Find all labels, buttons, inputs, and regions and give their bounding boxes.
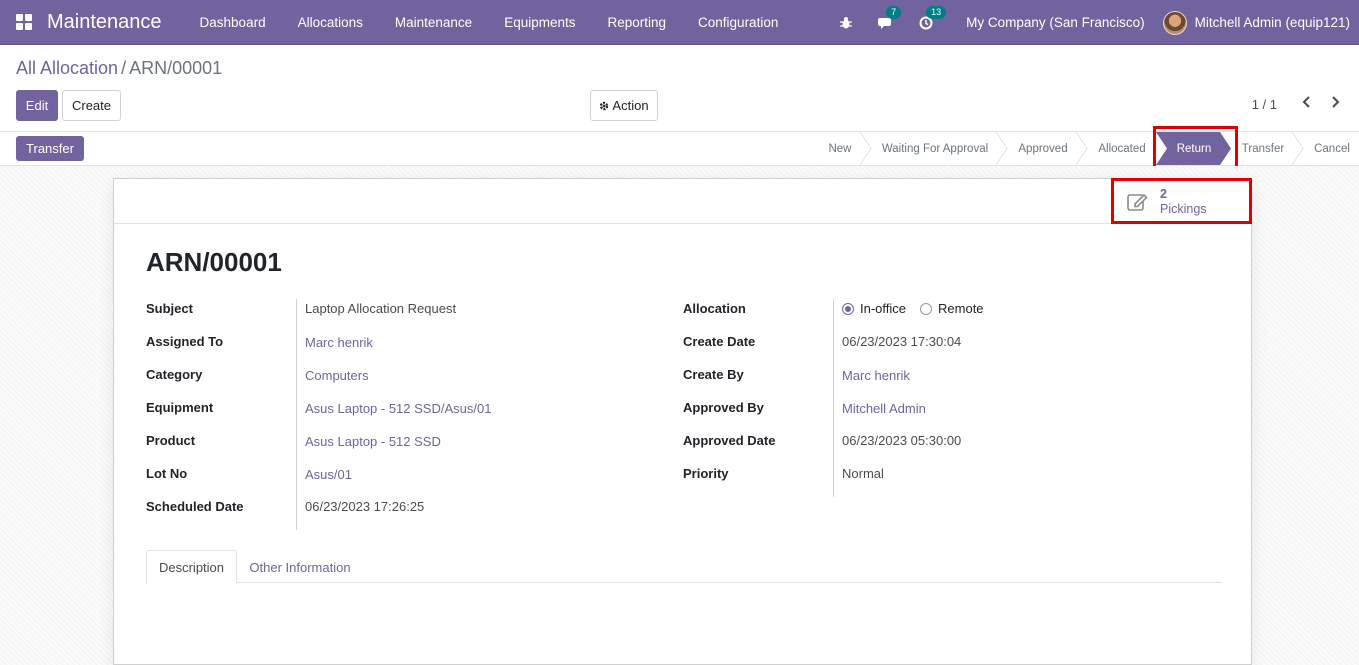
transfer-button[interactable]: Transfer	[16, 136, 84, 161]
stage-allocated[interactable]: Allocated	[1088, 132, 1156, 165]
menu-equipments[interactable]: Equipments	[488, 15, 591, 30]
tab-description[interactable]: Description	[146, 550, 237, 584]
activities-clock-icon[interactable]: 13	[917, 5, 947, 32]
field-label-create-by: Create By	[683, 367, 744, 382]
field-value-subject: Laptop Allocation Request	[305, 301, 457, 316]
field-label-equipment: Equipment	[146, 400, 214, 415]
field-value-create-by[interactable]: Marc henrik	[842, 368, 910, 383]
field-label-assigned-to: Assigned To	[146, 334, 224, 349]
apps-menu-icon[interactable]	[16, 14, 32, 30]
stage-cancel[interactable]: Cancel	[1306, 132, 1358, 165]
stage-separator	[996, 132, 1008, 165]
company-switcher[interactable]: My Company (San Francisco)	[966, 15, 1145, 30]
breadcrumb-separator: /	[121, 58, 127, 78]
menu-dashboard[interactable]: Dashboard	[184, 15, 282, 30]
breadcrumb: All Allocation / ARN/00001	[16, 58, 222, 79]
activities-badge: 13	[926, 5, 947, 19]
stage-separator	[1292, 132, 1304, 165]
field-value-product[interactable]: Asus Laptop - 512 SSD	[305, 434, 441, 449]
field-value-create-date: 06/23/2023 17:30:04	[842, 334, 962, 349]
pager-previous-icon[interactable]	[1297, 95, 1317, 113]
menu-reporting[interactable]: Reporting	[591, 15, 682, 30]
radio-unchecked-icon	[920, 302, 933, 315]
create-button[interactable]: Create	[62, 90, 121, 121]
debug-bug-icon[interactable]	[837, 14, 855, 32]
menu-allocations[interactable]: Allocations	[282, 15, 379, 30]
stage-transfer[interactable]: Transfer	[1234, 132, 1292, 165]
field-value-category[interactable]: Computers	[305, 368, 369, 383]
messages-badge: 7	[886, 5, 902, 19]
allocation-radio-group: In-office Remote	[842, 301, 998, 316]
pager-value[interactable]: 1 / 1	[1252, 97, 1277, 112]
field-label-approved-date: Approved Date	[683, 433, 776, 448]
stage-approved[interactable]: Approved	[1008, 132, 1078, 165]
field-value-scheduled-date: 06/23/2023 17:26:25	[305, 499, 425, 514]
field-label-lot-no: Lot No	[146, 466, 188, 481]
field-value-lot-no[interactable]: Asus/01	[305, 467, 352, 482]
smart-button-box: 2 Pickings	[114, 179, 1251, 224]
action-button[interactable]: Action	[590, 90, 658, 121]
menu-maintenance[interactable]: Maintenance	[379, 15, 488, 30]
left-group-divider	[296, 299, 297, 530]
field-value-approved-date: 06/23/2023 05:30:00	[842, 433, 962, 448]
field-label-product: Product	[146, 433, 196, 448]
field-label-allocation: Allocation	[683, 301, 746, 316]
record-title: ARN/00001	[146, 247, 282, 277]
top-navbar: Maintenance Dashboard Allocations Mainte…	[0, 0, 1359, 45]
form-sheet: 2 Pickings ARN/00001 Subject Laptop Allo…	[113, 178, 1252, 665]
action-label: Action	[612, 98, 649, 113]
right-group-divider	[833, 299, 834, 497]
edit-button[interactable]: Edit	[16, 90, 58, 121]
stage-new[interactable]: New	[818, 132, 862, 165]
allocation-option-remote[interactable]: Remote	[920, 301, 984, 316]
control-panel: All Allocation / ARN/00001 Edit Create Act…	[0, 45, 1359, 132]
breadcrumb-current: ARN/00001	[129, 58, 223, 78]
breadcrumb-parent[interactable]: All Allocation	[16, 58, 118, 78]
stage-separator	[1076, 132, 1088, 165]
field-value-assigned-to[interactable]: Marc henrik	[305, 335, 373, 350]
field-value-approved-by[interactable]: Mitchell Admin	[842, 401, 926, 416]
allocation-option-label: In-office	[860, 301, 907, 316]
field-label-scheduled-date: Scheduled Date	[146, 499, 244, 514]
stage-separator	[860, 132, 872, 165]
gear-icon	[600, 101, 609, 110]
user-name: Mitchell Admin (equip121)	[1194, 15, 1350, 30]
user-menu[interactable]: Mitchell Admin (equip121)	[1162, 10, 1350, 35]
field-label-priority: Priority	[683, 466, 729, 481]
field-label-category: Category	[146, 367, 203, 382]
highlight-return-stage	[1153, 126, 1238, 170]
field-label-create-date: Create Date	[683, 334, 756, 349]
field-label-subject: Subject	[146, 301, 193, 316]
menu-configuration[interactable]: Configuration	[682, 15, 794, 30]
allocation-option-label: Remote	[938, 301, 984, 316]
field-label-approved-by: Approved By	[683, 400, 764, 415]
field-value-priority: Normal	[842, 466, 884, 481]
highlight-pickings-button	[1111, 178, 1252, 224]
stage-waiting-for-approval[interactable]: Waiting For Approval	[872, 132, 998, 165]
allocation-option-in-office[interactable]: In-office	[842, 301, 906, 316]
avatar	[1162, 10, 1187, 35]
app-title[interactable]: Maintenance	[47, 11, 162, 34]
radio-checked-icon	[842, 302, 854, 315]
messages-icon[interactable]: 7	[877, 5, 902, 32]
tab-other-information[interactable]: Other Information	[242, 550, 358, 584]
field-value-equipment[interactable]: Asus Laptop - 512 SSD/Asus/01	[305, 401, 491, 416]
pager-next-icon[interactable]	[1325, 95, 1345, 113]
notebook-tabs: Description Other Information	[146, 550, 1221, 584]
